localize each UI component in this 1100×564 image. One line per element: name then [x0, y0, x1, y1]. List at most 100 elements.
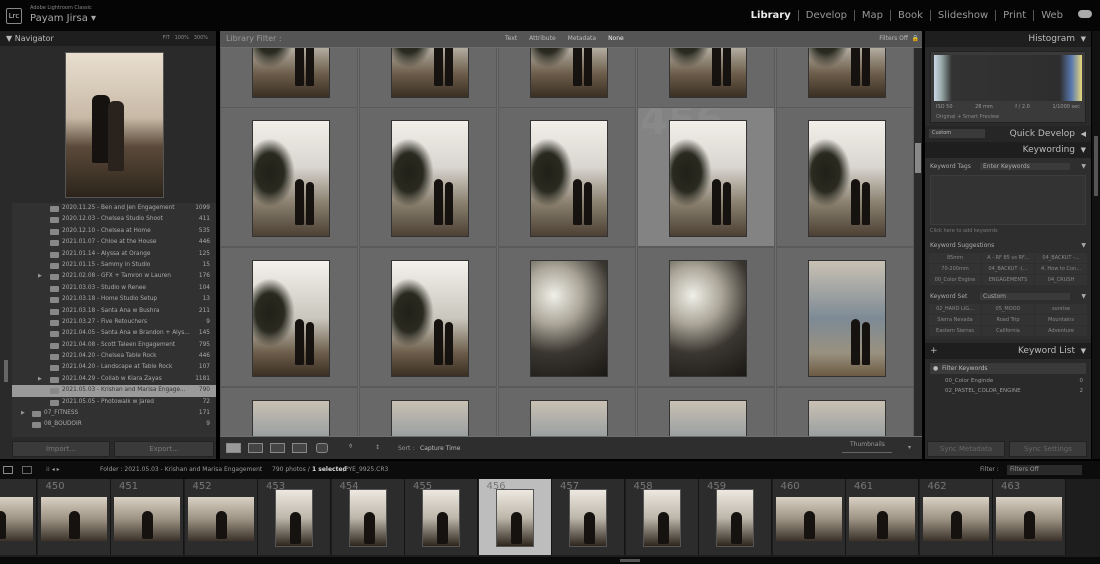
survey-view-icon[interactable]	[292, 443, 307, 453]
keyword-suggestion[interactable]: 70-200mm	[929, 264, 981, 274]
module-develop[interactable]: Develop	[797, 10, 854, 21]
photo-thumbnail[interactable]	[530, 260, 608, 377]
quick-develop-header[interactable]: Custom Quick Develop ◀	[925, 126, 1091, 142]
photo-thumbnail[interactable]	[252, 48, 330, 98]
module-print[interactable]: Print	[995, 10, 1033, 21]
sort-select[interactable]: Capture Time	[420, 445, 460, 452]
filmstrip-cell[interactable]: 453	[258, 479, 331, 555]
folder-item[interactable]: 2021.01.07 - Chloe at the House 446	[12, 237, 216, 248]
sort-direction-icon[interactable]: ↕	[375, 444, 380, 451]
module-map[interactable]: Map	[853, 10, 890, 21]
filmstrip-thumbnail[interactable]	[275, 489, 313, 547]
navigator-preview[interactable]	[65, 52, 164, 198]
keywords-textarea[interactable]	[930, 175, 1086, 225]
keyword-list-header[interactable]: + Keyword List ▼	[925, 343, 1091, 359]
filter-none[interactable]: None	[608, 35, 624, 42]
filmstrip-filter-select[interactable]: Filters Off	[1007, 465, 1082, 475]
folder-item[interactable]: 2021.05.03 - Krishan and Marisa Engage..…	[12, 385, 216, 397]
folder-item[interactable]: 2021.04.05 - Santa Ana w Brandon + Alys.…	[12, 328, 216, 339]
keyword-list-item[interactable]: 02_PASTEL_COLOR_ENGINE 2	[945, 388, 1091, 398]
folder-item[interactable]: 2020.11.25 - Ben and Jen Engagement 1099	[12, 203, 216, 214]
filmstrip-cell[interactable]: 461	[846, 479, 919, 555]
filmstrip-thumbnail[interactable]	[775, 497, 842, 541]
photo-thumbnail[interactable]	[391, 260, 469, 377]
keyword-set-item[interactable]: California	[982, 326, 1034, 336]
keyword-suggestion[interactable]: 4. How to Con...	[1035, 264, 1087, 274]
keyword-set-item[interactable]: sunrise	[1035, 304, 1087, 314]
keyword-set-item[interactable]: Eastern Sierras	[929, 326, 981, 336]
filmstrip-thumbnail[interactable]	[495, 489, 534, 547]
photo-thumbnail[interactable]	[808, 400, 886, 436]
filmstrip-cell[interactable]: 454	[331, 479, 405, 555]
filmstrip-thumbnail[interactable]	[0, 497, 33, 541]
folder-item[interactable]: 08_BOUDOIR 9	[12, 419, 216, 430]
main-window-icon[interactable]	[3, 466, 13, 474]
compare-view-icon[interactable]	[270, 443, 285, 453]
photo-thumbnail[interactable]	[530, 400, 608, 436]
photo-thumbnail[interactable]	[391, 400, 469, 436]
photo-thumbnail[interactable]	[252, 260, 330, 377]
grid-cell[interactable]	[498, 247, 636, 387]
filmstrip-cell[interactable]: 460	[772, 479, 846, 555]
lock-icon[interactable]: 🔒	[912, 31, 919, 47]
folder-item[interactable]: 2020.12.10 - Chelsea at Home 535	[12, 226, 216, 237]
keyword-suggestion[interactable]: 00_Color Engine	[929, 275, 981, 285]
folder-item[interactable]: 2021.01.14 - Alyssa at Orange 125	[12, 249, 216, 260]
folder-item[interactable]: 2021.04.20 - Chelsea Table Rock 446	[12, 351, 216, 362]
spray-can-icon[interactable]: ⚱	[348, 443, 353, 450]
filmstrip-thumbnail[interactable]	[348, 489, 387, 547]
folder-item[interactable]: 2020.12.03 - Chelsea Studio Shoot 411	[12, 214, 216, 225]
thumbnail-size-slider[interactable]	[842, 452, 892, 453]
keyword-set-item[interactable]: Mountains	[1035, 315, 1087, 325]
photo-thumbnail[interactable]	[252, 400, 330, 436]
folder-item[interactable]: 2021.03.18 - Home Studio Setup 13	[12, 294, 216, 305]
keyword-suggestion[interactable]: A - RF 85 vs RF...	[982, 253, 1034, 263]
cloud-icon[interactable]	[1078, 10, 1092, 18]
photo-thumbnail[interactable]	[530, 48, 608, 98]
sync-settings-button[interactable]: Sync Settings	[1009, 441, 1087, 457]
filmstrip-thumbnail[interactable]	[996, 497, 1062, 541]
keyword-list-item[interactable]: 00_Color Enginde 0	[945, 378, 1091, 388]
people-view-icon[interactable]	[316, 443, 328, 453]
filmstrip-cell[interactable]: 456	[478, 479, 552, 555]
folder-item[interactable]: 2021.04.08 - Scott Taleen Engagement 795	[12, 340, 216, 351]
folder-item[interactable]: 2021.03.18 - Santa Ana w Bushra 211	[12, 306, 216, 317]
grid-cell[interactable]	[498, 48, 636, 108]
right-scrollbar[interactable]	[1092, 31, 1100, 459]
filmstrip-cell[interactable]: 449	[0, 479, 37, 555]
grid-nav-icon[interactable]: ⁞⁞ ◂ ▸	[46, 461, 60, 479]
keyword-tags-select[interactable]: Enter Keywords	[980, 163, 1070, 170]
photo-thumbnail[interactable]	[808, 48, 886, 98]
grid-cell[interactable]	[776, 387, 914, 436]
photo-thumbnail[interactable]	[669, 120, 747, 237]
export-button[interactable]: Export...	[114, 441, 214, 457]
zoom-100[interactable]: 100%	[175, 35, 189, 41]
module-slideshow[interactable]: Slideshow	[929, 10, 995, 21]
toolbar-menu-icon[interactable]: ▾	[908, 444, 911, 451]
keyword-set-item[interactable]: 02_HARD LIG...	[929, 304, 981, 314]
photo-thumbnail[interactable]	[669, 48, 747, 98]
filmstrip-cell[interactable]: 462	[919, 479, 993, 555]
grid-cell[interactable]	[220, 48, 358, 108]
grid-cell[interactable]	[637, 48, 775, 108]
second-window-icon[interactable]	[22, 466, 32, 474]
filmstrip-thumbnail[interactable]	[569, 489, 607, 547]
grid-cell[interactable]	[637, 107, 775, 247]
photo-thumbnail[interactable]	[808, 260, 886, 377]
module-web[interactable]: Web	[1033, 10, 1070, 21]
filter-text[interactable]: Text	[505, 35, 517, 42]
folder-item[interactable]: 2021.04.20 - Landscape at Table Rock 107	[12, 362, 216, 373]
disclosure-triangle-icon[interactable]: ▶	[21, 408, 25, 419]
folder-item[interactable]: ▶ 2021.02.08 - GFX + Tamron w Lauren 176	[12, 271, 216, 282]
filter-keywords-input[interactable]: ● Filter Keywords	[930, 363, 1086, 374]
grid-cell[interactable]	[359, 387, 497, 436]
menu-triangle-icon[interactable]: ▼	[1081, 163, 1086, 170]
filmstrip-cell[interactable]: 455	[405, 479, 478, 555]
sync-metadata-button[interactable]: Sync Metadata	[927, 441, 1005, 457]
zoom-300[interactable]: 300%	[194, 35, 208, 41]
grid-cell[interactable]	[220, 107, 358, 247]
keyword-set-item[interactable]: Sierra Nevada	[929, 315, 981, 325]
folder-item[interactable]: 2021.05.05 - Photowalk w Jared 72	[12, 397, 216, 408]
filter-attribute[interactable]: Attribute	[529, 35, 556, 42]
grid-cell[interactable]	[776, 48, 914, 108]
